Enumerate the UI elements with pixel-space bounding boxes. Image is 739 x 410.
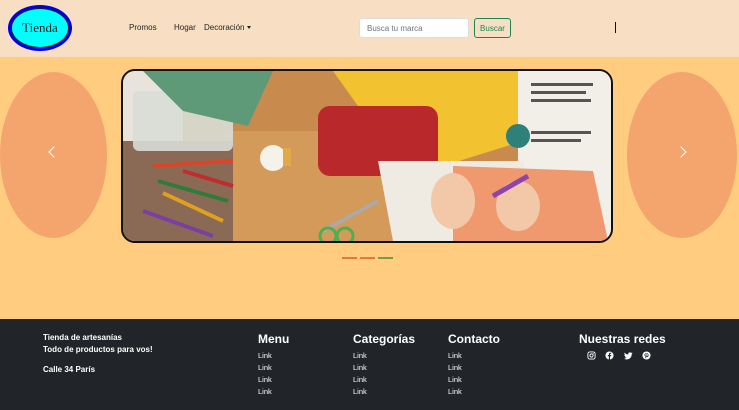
carousel-indicator-3[interactable] [378,257,393,259]
footer-contacto-link-1[interactable]: Link [448,351,462,360]
footer-redes-title: Nuestras redes [579,332,666,346]
footer-contacto-link-2[interactable]: Link [448,363,462,372]
navbar: Tienda Promos Hogar Decoración Buscar [0,0,739,57]
facebook-icon[interactable] [605,351,614,360]
footer-categorias-link-2[interactable]: Link [353,363,367,372]
footer-menu-link-3[interactable]: Link [258,375,272,384]
footer-about-title: Tienda de artesanías [43,333,122,342]
footer-menu-link-1[interactable]: Link [258,351,272,360]
nav-decoracion-label: Decoración [204,23,245,32]
footer-address: Calle 34 París [43,365,96,374]
footer-menu-link-2[interactable]: Link [258,363,272,372]
carousel-indicator-2[interactable] [360,257,375,259]
carousel-indicator-1[interactable] [342,257,357,259]
footer-contacto-title: Contacto [448,332,500,346]
text-cursor [615,22,616,33]
search-button[interactable]: Buscar [474,18,511,38]
footer-about-subtitle: Todo de productos para vos! [43,345,153,354]
nav-hogar[interactable]: Hogar [174,23,196,32]
footer-categorias-link-4[interactable]: Link [353,387,367,396]
footer-contacto-link-3[interactable]: Link [448,375,462,384]
footer-categorias-link-1[interactable]: Link [353,351,367,360]
carousel-slide-image [121,69,613,243]
footer-categorias-title: Categorías [353,332,416,346]
chevron-down-icon [247,26,252,30]
nav-promos[interactable]: Promos [129,23,157,32]
footer-menu-title: Menu [258,332,290,346]
instagram-icon[interactable] [587,351,596,360]
search-input[interactable] [359,18,469,38]
footer-menu-link-4[interactable]: Link [258,387,272,396]
brand-logo[interactable]: Tienda [8,5,72,51]
pinterest-icon[interactable] [642,351,651,360]
brand-logo-text: Tienda [11,8,69,48]
twitter-icon[interactable] [624,351,633,360]
crafts-photo [123,71,611,241]
nav-decoracion-dropdown[interactable]: Decoración [204,23,252,32]
footer-contacto-link-4[interactable]: Link [448,387,462,396]
footer-categorias-link-3[interactable]: Link [353,375,367,384]
